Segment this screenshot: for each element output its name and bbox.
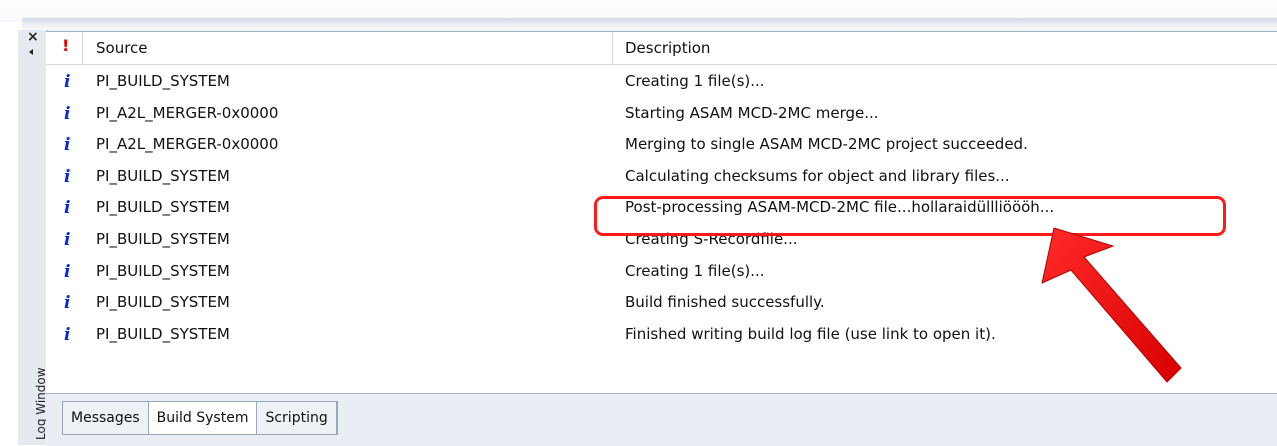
- red-arrow-icon: [1041, 227, 1182, 383]
- tab-strip: Messages Build System Scripting: [62, 401, 338, 435]
- bottom-tab-bar: Messages Build System Scripting: [46, 393, 1277, 446]
- annotation-arrow: [1041, 227, 1182, 383]
- tab-build-system[interactable]: Build System: [148, 402, 258, 434]
- tab-messages[interactable]: Messages: [63, 402, 149, 434]
- tab-scripting[interactable]: Scripting: [257, 402, 337, 434]
